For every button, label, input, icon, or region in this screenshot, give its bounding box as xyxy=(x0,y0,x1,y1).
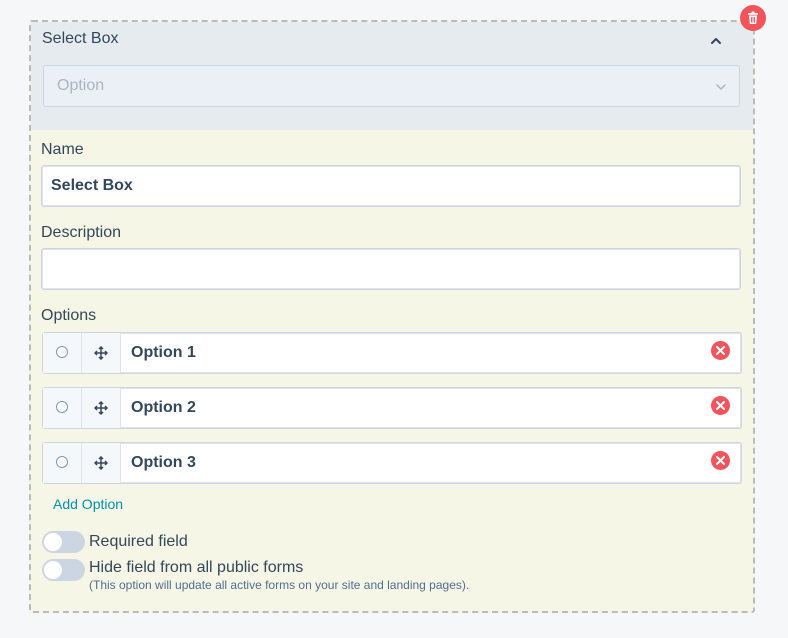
hide-field-label: Hide field from all public forms xyxy=(89,559,304,576)
close-icon xyxy=(716,456,725,465)
add-option-link[interactable]: Add Option xyxy=(53,496,123,512)
option-default-cell xyxy=(43,443,82,483)
preview-title: Select Box xyxy=(42,30,119,47)
name-input[interactable]: Select Box xyxy=(41,165,741,207)
hide-field-toggle[interactable] xyxy=(42,559,85,581)
toggle-knob xyxy=(44,561,62,579)
drag-handle[interactable] xyxy=(82,443,121,483)
option-row: Option 1 xyxy=(42,332,742,374)
options-label: Options xyxy=(41,307,97,324)
description-label: Description xyxy=(41,224,122,241)
preview-select-value: Option xyxy=(57,77,105,94)
preview-select[interactable]: Option xyxy=(43,65,740,107)
required-toggle[interactable] xyxy=(42,531,85,553)
option-default-radio[interactable] xyxy=(56,456,68,468)
name-label: Name xyxy=(41,141,84,158)
name-input-value: Select Box xyxy=(51,177,133,194)
close-icon xyxy=(716,346,725,355)
drag-handle[interactable] xyxy=(82,333,121,373)
trash-icon xyxy=(748,11,758,24)
option-label-input[interactable]: Option 2 xyxy=(131,399,196,417)
field-preview: Select Box Option xyxy=(31,22,753,130)
option-label-input[interactable]: Option 3 xyxy=(131,454,196,472)
option-default-cell xyxy=(43,333,82,373)
option-label-input[interactable]: Option 1 xyxy=(131,344,196,362)
toggle-knob xyxy=(44,533,62,551)
drag-handle[interactable] xyxy=(82,388,121,428)
hide-field-help: (This option will update all active form… xyxy=(89,578,470,592)
chevron-down-icon xyxy=(715,80,727,92)
option-default-radio[interactable] xyxy=(56,401,68,413)
option-default-radio[interactable] xyxy=(56,346,68,358)
close-icon xyxy=(716,401,725,410)
required-label: Required field xyxy=(89,533,188,550)
delete-field-button[interactable] xyxy=(740,5,766,31)
option-row: Option 3 xyxy=(42,442,742,484)
move-icon xyxy=(94,456,108,470)
description-input[interactable] xyxy=(41,248,741,290)
remove-option-button[interactable] xyxy=(711,451,730,470)
option-row: Option 2 xyxy=(42,387,742,429)
remove-option-button[interactable] xyxy=(711,341,730,360)
option-default-cell xyxy=(43,388,82,428)
field-editor-card: Select Box Option Name Select Box Descri… xyxy=(29,20,755,613)
chevron-up-icon[interactable] xyxy=(709,34,723,48)
move-icon xyxy=(94,401,108,415)
remove-option-button[interactable] xyxy=(711,396,730,415)
move-icon xyxy=(94,346,108,360)
